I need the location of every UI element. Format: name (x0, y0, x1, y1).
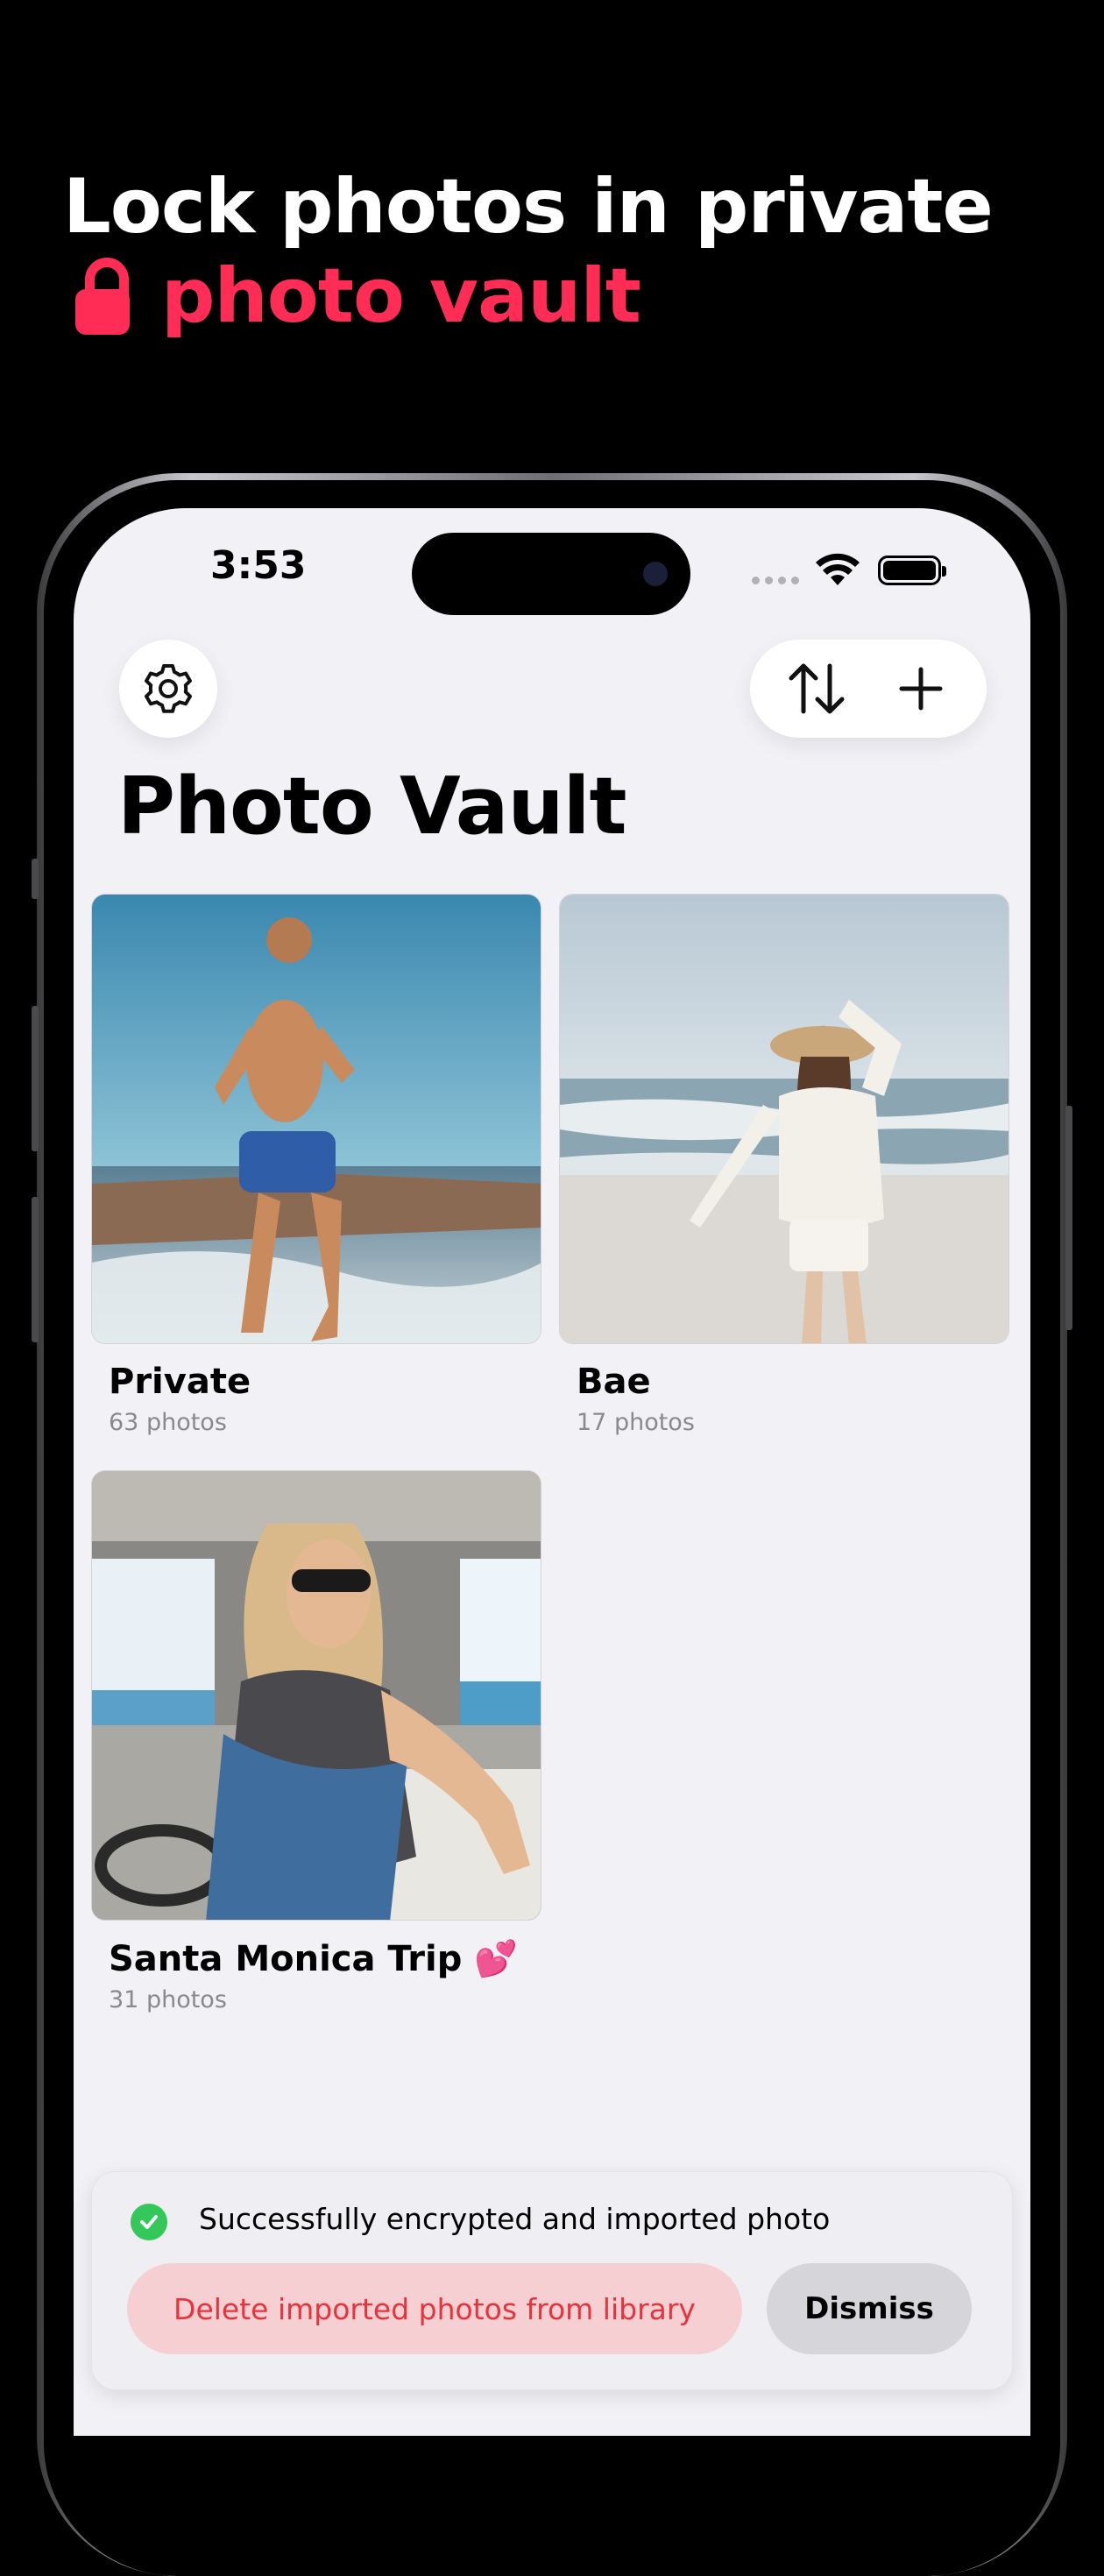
volume-up-button (32, 1006, 39, 1151)
album-thumbnail (91, 1470, 541, 1921)
app-screen: 3:53 Photo Vault Private 63 photos Bae 1… (74, 508, 1030, 2436)
wifi-icon (816, 553, 860, 585)
volume-down-button (32, 1197, 39, 1342)
album-count: 17 photos (577, 1409, 695, 1436)
side-button (32, 859, 39, 899)
battery-icon (878, 556, 946, 585)
promo-headline-line2: photo vault (161, 252, 641, 340)
album-card-santa-monica-trip[interactable]: Santa Monica Trip 💕 31 photos (91, 1470, 541, 2013)
sort-button[interactable] (773, 645, 860, 732)
delete-imported-photos-button[interactable]: Delete imported photos from library (127, 2263, 742, 2354)
album-thumbnail (91, 894, 541, 1344)
promo-headline-line1: Lock photos in private (63, 163, 994, 251)
settings-button[interactable] (119, 640, 217, 738)
album-name: Santa Monica Trip 💕 (109, 1939, 519, 1979)
album-count: 31 photos (109, 1986, 227, 2013)
lock-icon (75, 258, 130, 335)
album-name: Private (109, 1362, 251, 1402)
plus-icon (899, 667, 942, 711)
album-thumbnail (559, 894, 1009, 1344)
toast-message: Successfully encrypted and imported phot… (199, 2202, 831, 2236)
album-card-bae[interactable]: Bae 17 photos (559, 894, 1009, 1436)
album-count: 63 photos (109, 1409, 227, 1436)
power-button (1065, 1106, 1072, 1330)
album-card-private[interactable]: Private 63 photos (91, 894, 541, 1436)
add-album-button[interactable] (877, 645, 965, 732)
promo-headline: Lock photos in private photo vault (63, 162, 1062, 341)
import-success-toast: Successfully encrypted and imported phot… (91, 2171, 1013, 2390)
dismiss-button[interactable]: Dismiss (767, 2263, 972, 2354)
page-title: Photo Vault (117, 761, 626, 853)
status-time: 3:53 (210, 543, 307, 588)
album-name: Bae (577, 1362, 651, 1402)
gear-icon (145, 664, 192, 713)
cellular-dots-icon (752, 577, 799, 584)
dynamic-island (412, 533, 690, 615)
checkmark-icon (131, 2204, 167, 2240)
sort-arrows-icon (789, 663, 844, 714)
toolbar-actions (750, 640, 987, 738)
